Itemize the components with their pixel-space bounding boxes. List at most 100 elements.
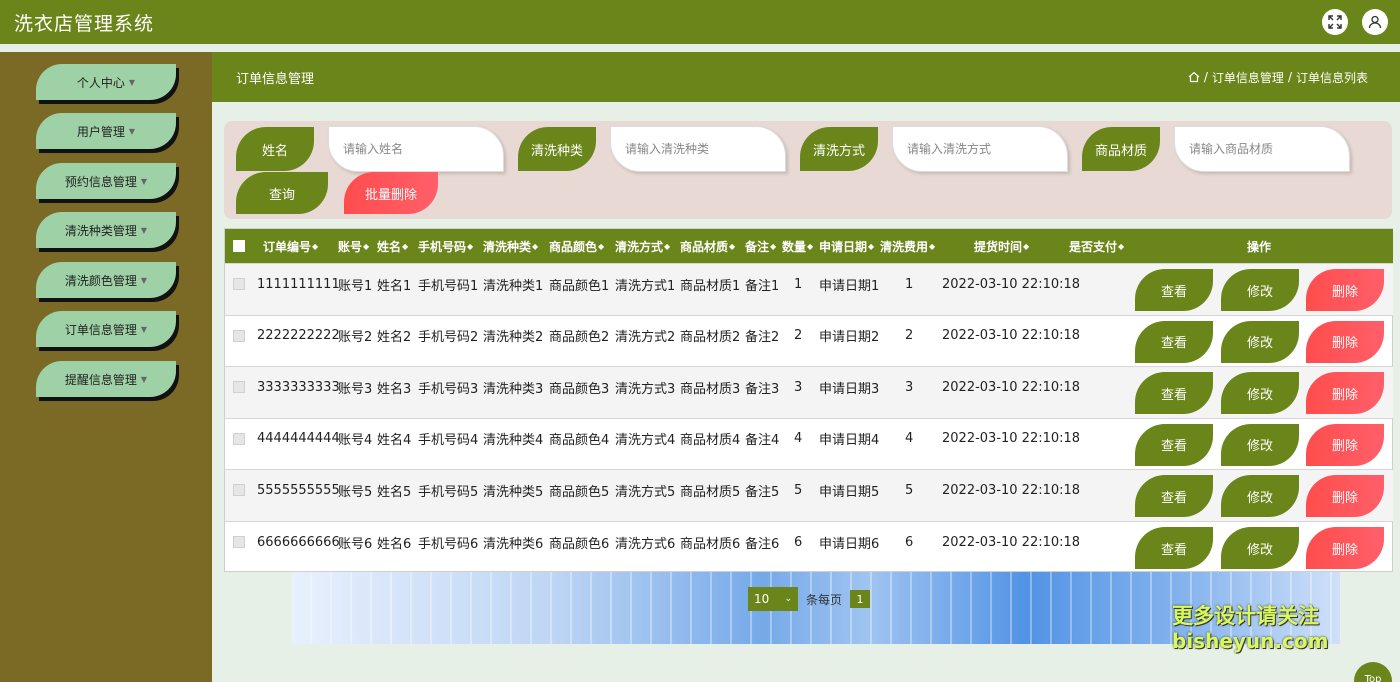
row-checkbox[interactable] <box>233 419 245 459</box>
breadcrumb-separator: / <box>1287 70 1292 84</box>
cell-account: 账号4 <box>338 433 373 449</box>
sidebar-item-personal-center[interactable]: 个人中心 ▼ <box>36 64 176 100</box>
sidebar-item-wash-type-management[interactable]: 清洗种类管理 ▼ <box>36 212 176 248</box>
cell-account: 账号5 <box>338 484 373 500</box>
cell-account: 账号3 <box>338 381 373 397</box>
view-button[interactable]: 查看 <box>1135 372 1213 415</box>
select-all-checkbox[interactable] <box>233 229 245 263</box>
breadcrumb: / 订单信息管理 / 订单信息列表 <box>1188 69 1368 86</box>
user-button[interactable] <box>1362 9 1388 35</box>
caret-down-icon: ▼ <box>128 77 136 87</box>
cell-remark: 备注1 <box>745 278 780 294</box>
sidebar-item-reminder-management[interactable]: 提醒信息管理 ▼ <box>36 361 176 397</box>
view-button[interactable]: 查看 <box>1135 320 1213 363</box>
cell-name: 姓名4 <box>377 433 412 449</box>
wash-type-input[interactable] <box>610 126 786 172</box>
col-name[interactable]: 姓名 ◆ <box>377 229 408 263</box>
edit-button[interactable]: 修改 <box>1221 269 1299 311</box>
col-color[interactable]: 商品颜色 ◆ <box>549 229 604 263</box>
cell-fee: 6 <box>905 534 914 550</box>
wash-method-input[interactable] <box>892 126 1068 172</box>
col-quantity[interactable]: 数量 ◆ <box>782 229 813 263</box>
cell-material: 商品材质5 <box>680 484 741 500</box>
sort-icon: ◆ <box>1118 241 1125 251</box>
cell-remark: 备注2 <box>745 330 780 346</box>
home-icon[interactable] <box>1188 71 1200 83</box>
batch-delete-button[interactable]: 批量删除 <box>344 172 438 214</box>
cell-quantity: 2 <box>794 328 803 344</box>
sort-icon: ◆ <box>929 241 936 251</box>
col-paid[interactable]: 是否支付 ◆ <box>1069 229 1124 263</box>
edit-button[interactable]: 修改 <box>1221 475 1299 518</box>
top-bar: 洗衣店管理系统 <box>0 0 1400 44</box>
sidebar-item-wash-color-management[interactable]: 清洗颜色管理 ▼ <box>36 262 176 298</box>
sidebar-item-user-management[interactable]: 用户管理 ▼ <box>36 113 176 149</box>
query-button[interactable]: 查询 <box>236 172 328 214</box>
cell-wash-method: 清洗方式4 <box>615 433 676 449</box>
cell-wash-method: 清洗方式6 <box>615 536 676 552</box>
delete-button[interactable]: 删除 <box>1306 269 1384 311</box>
fullscreen-button[interactable] <box>1322 9 1348 35</box>
sidebar-item-label: 个人中心 <box>76 75 125 90</box>
delete-button[interactable]: 删除 <box>1306 423 1384 466</box>
page-size-select[interactable]: 10 ⌄ <box>748 587 798 611</box>
cell-wash-type: 清洗种类5 <box>483 484 544 500</box>
cell-wash-method: 清洗方式5 <box>615 484 676 500</box>
cell-wash-method: 清洗方式3 <box>615 381 676 397</box>
sidebar-item-label: 预约信息管理 <box>64 174 137 189</box>
cell-material: 商品材质2 <box>680 330 741 346</box>
view-button[interactable]: 查看 <box>1135 423 1213 466</box>
cell-wash-type: 清洗种类6 <box>483 536 544 552</box>
watermark: 更多设计请关注 bisheyun.com <box>1172 604 1329 654</box>
delete-button[interactable]: 删除 <box>1306 372 1384 415</box>
cell-color: 商品颜色4 <box>549 433 610 449</box>
col-apply-date[interactable]: 申请日期 ◆ <box>819 229 874 263</box>
edit-button[interactable]: 修改 <box>1221 372 1299 415</box>
delete-button[interactable]: 删除 <box>1306 320 1384 363</box>
chevron-down-icon: ⌄ <box>784 594 792 604</box>
breadcrumb-item[interactable]: 订单信息管理 <box>1212 69 1284 86</box>
row-checkbox[interactable] <box>233 316 245 356</box>
cell-order-no: 6666666666 <box>257 534 340 550</box>
col-remark[interactable]: 备注 ◆ <box>745 229 776 263</box>
view-button[interactable]: 查看 <box>1135 475 1213 518</box>
sidebar-item-order-management[interactable]: 订单信息管理 ▼ <box>36 311 176 347</box>
cell-remark: 备注3 <box>745 381 780 397</box>
content-header: 订单信息管理 / 订单信息管理 / 订单信息列表 <box>212 52 1400 102</box>
cell-quantity: 4 <box>794 431 803 447</box>
sidebar-item-reservation-management[interactable]: 预约信息管理 ▼ <box>36 163 176 199</box>
cell-phone: 手机号码3 <box>418 381 479 397</box>
cell-name: 姓名5 <box>377 484 412 500</box>
col-fee[interactable]: 清洗费用 ◆ <box>880 229 935 263</box>
row-checkbox[interactable] <box>233 522 245 562</box>
col-phone[interactable]: 手机号码 ◆ <box>418 229 473 263</box>
sidebar-item-label: 订单信息管理 <box>64 322 137 337</box>
material-input[interactable] <box>1174 126 1350 172</box>
row-checkbox[interactable] <box>233 367 245 407</box>
col-material[interactable]: 商品材质 ◆ <box>680 229 735 263</box>
name-input[interactable] <box>328 126 504 172</box>
edit-button[interactable]: 修改 <box>1221 423 1299 466</box>
table-row: 4444444444 账号4 姓名4 手机号码4 清洗种类4 商品颜色4 清洗方式4 商品材质… <box>225 417 1393 470</box>
col-pickup-time[interactable]: 提货时间 ◆ <box>974 229 1029 263</box>
sort-icon: ◆ <box>664 241 671 251</box>
cell-fee: 5 <box>905 482 914 498</box>
back-to-top-button[interactable]: Top <box>1354 662 1392 682</box>
edit-button[interactable]: 修改 <box>1221 527 1299 569</box>
col-order-no[interactable]: 订单编号 ◆ <box>263 229 318 263</box>
edit-button[interactable]: 修改 <box>1221 320 1299 363</box>
cell-name: 姓名6 <box>377 536 412 552</box>
delete-button[interactable]: 删除 <box>1306 527 1384 569</box>
col-wash-type[interactable]: 清洗种类 ◆ <box>483 229 538 263</box>
view-button[interactable]: 查看 <box>1135 269 1213 311</box>
col-wash-method[interactable]: 清洗方式 ◆ <box>615 229 670 263</box>
view-button[interactable]: 查看 <box>1135 527 1213 569</box>
page-number[interactable]: 1 <box>850 590 871 608</box>
row-checkbox[interactable] <box>233 264 245 304</box>
table-row: 6666666666 账号6 姓名6 手机号码6 清洗种类6 商品颜色6 清洗方式6 商品材质… <box>225 521 1393 573</box>
row-checkbox[interactable] <box>233 470 245 510</box>
col-account[interactable]: 账号 ◆ <box>338 229 369 263</box>
delete-button[interactable]: 删除 <box>1306 475 1384 518</box>
top-actions <box>1322 9 1388 35</box>
cell-pickup-time: 2022-03-10 22:10:18 <box>942 482 1081 498</box>
